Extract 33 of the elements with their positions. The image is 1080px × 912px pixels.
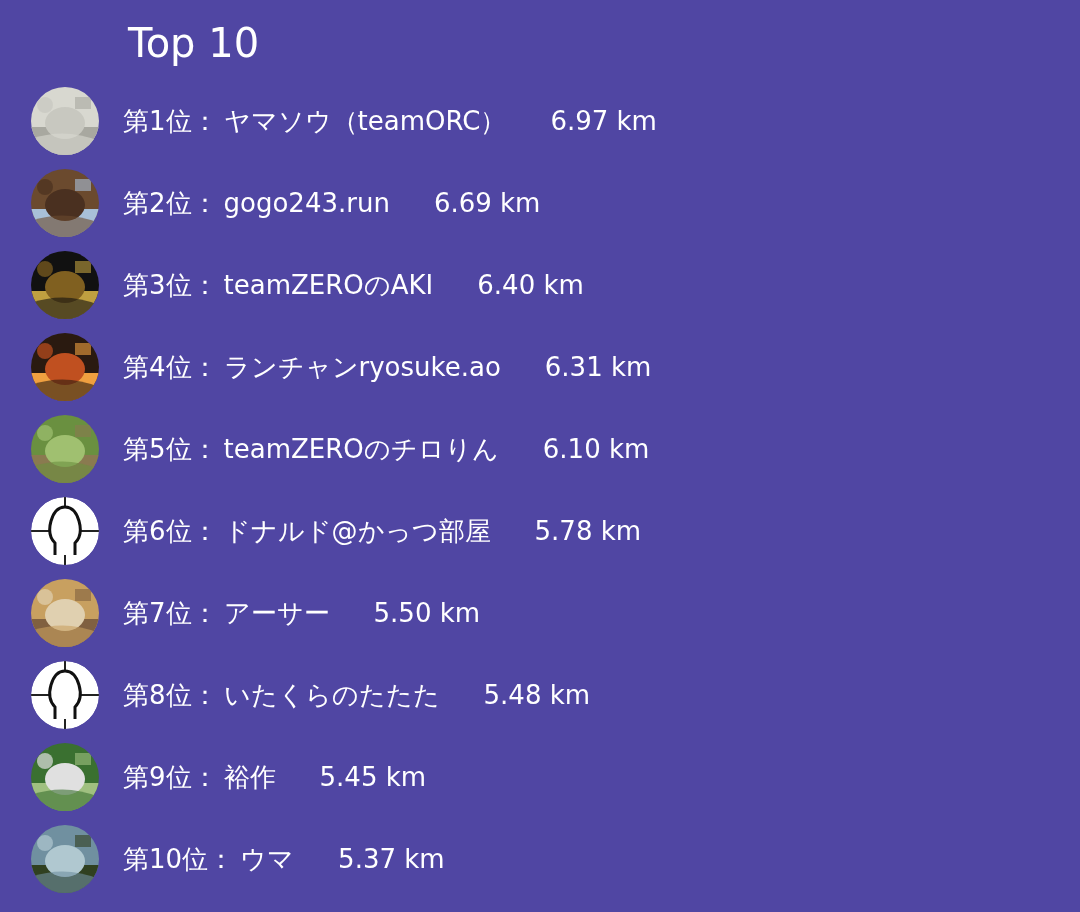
user-name: 裕作 [223,760,276,794]
distance: 5.37 km [338,842,445,876]
title: Top 10 [128,19,261,68]
distance: 5.48 km [483,678,591,712]
default-avatar-icon [31,661,99,729]
user-name: いたくらのたたた [223,678,440,712]
rank-label: 第7位： [123,596,218,630]
default-avatar-icon [31,497,99,565]
rank-label: 第8位： [123,678,218,712]
distance: 6.69 km [433,186,541,220]
user-name: ランチャンryosuke.ao [223,350,501,384]
rank-label: 第2位： [123,186,218,220]
rank-label: 第9位： [123,760,218,794]
rank-label: 第1位： [123,104,218,138]
user-name: ウマ [240,842,295,876]
rank-label: 第4位： [123,350,218,384]
rank-label: 第3位： [123,268,218,302]
distance: 5.50 km [373,596,481,630]
distance: 5.78 km [534,514,642,548]
rank-label: 第6位： [123,514,218,548]
user-name: gogo243.run [223,186,390,220]
user-name: teamZEROのチロりん [223,432,499,466]
rank-label: 第10位： [123,842,235,876]
distance: 6.10 km [542,432,650,466]
user-name: アーサー [223,596,330,630]
distance: 5.45 km [319,760,427,794]
distance: 6.31 km [544,350,652,384]
distance: 6.40 km [477,268,584,302]
user-name: teamZEROのAKI [223,268,434,302]
rank-label: 第5位： [123,432,218,466]
user-name: ドナルド@かっつ部屋 [223,514,491,548]
user-name: ヤマソウ（teamORC） [223,104,507,138]
distance: 6.97 km [550,104,657,138]
